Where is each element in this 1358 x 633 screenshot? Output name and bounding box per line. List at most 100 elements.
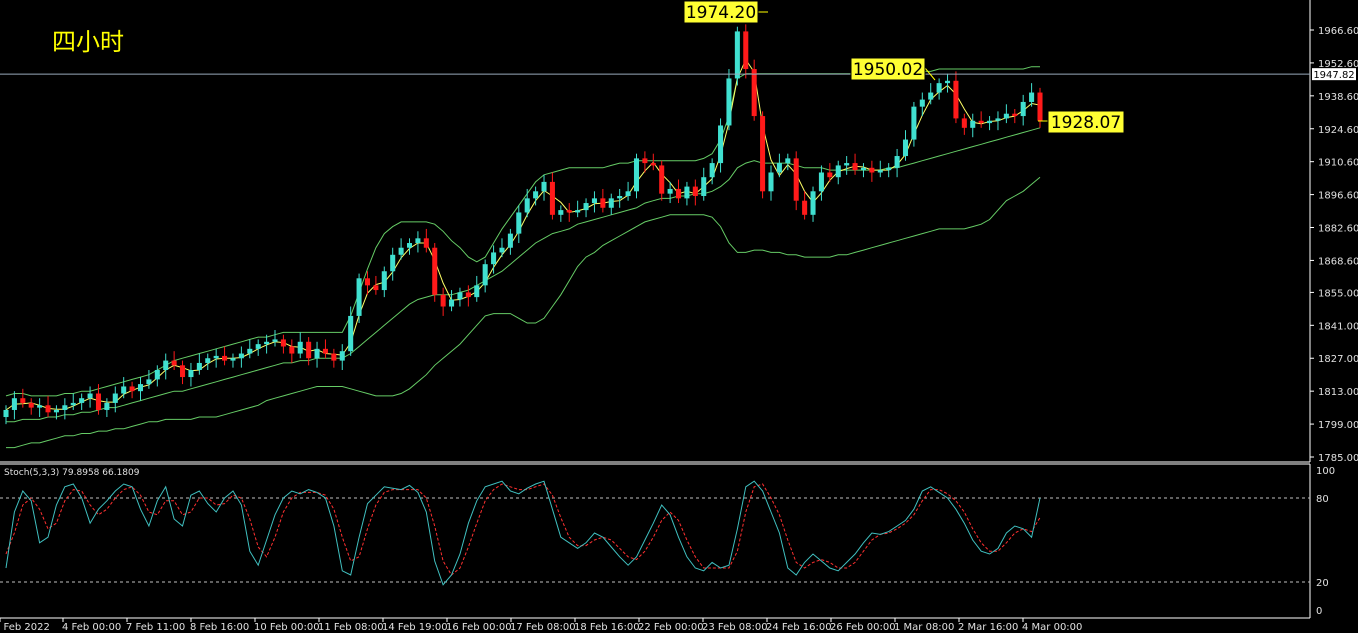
price-axis: 1966.601952.601938.601924.601910.601896.… (1310, 26, 1358, 464)
candle-body (835, 165, 841, 178)
candle-body (406, 243, 413, 248)
candle-body (465, 292, 471, 298)
chart-title: 四小时 (52, 28, 124, 56)
candle-body (852, 163, 858, 171)
price-tick-label: 1882.60 (1318, 224, 1358, 235)
candle-body (886, 167, 892, 171)
candle-body (457, 292, 463, 300)
candle-body (390, 254, 396, 272)
stochastic-label: Stoch(5,3,3) 79.8958 66.1809 (4, 468, 140, 478)
candle-body (11, 398, 17, 410)
candle-body (171, 360, 177, 366)
time-axis: 2 Feb 2022 4 Feb 00:00 7 Feb 11:00 8 Feb 16… (0, 618, 1082, 633)
time-tick-label: 24 Feb 16:00 (766, 622, 832, 633)
candle-body (79, 398, 85, 403)
candle-body (255, 344, 261, 349)
candle-body (1012, 113, 1018, 117)
candle-body (970, 120, 976, 128)
candle-body (364, 278, 371, 286)
candle-body (776, 163, 782, 173)
candle-body (785, 158, 791, 164)
candle-body (810, 191, 816, 215)
candle-body (507, 233, 513, 248)
stoch-k-line (5, 480, 1041, 586)
bollinger-upper-line (5, 66, 1040, 397)
candle-body (1029, 92, 1035, 102)
time-tick-label: 10 Feb 00:00 (254, 622, 320, 633)
chart-canvas: 1966.601952.601938.601924.601910.601896.… (0, 0, 1358, 633)
candle-body (575, 210, 581, 213)
candle-body (684, 186, 690, 199)
candle-body (230, 358, 236, 361)
candle-body (617, 196, 623, 199)
candle-body (718, 125, 724, 164)
price-tick-label: 1813.00 (1318, 387, 1358, 398)
candle-body (978, 120, 984, 124)
candle-body (154, 370, 160, 380)
callout-label: 1950.02 (853, 60, 923, 80)
candle-body (936, 83, 942, 93)
candle-body (482, 264, 488, 286)
candle-body (600, 198, 606, 208)
time-tick-label: 7 Feb 11:00 (126, 622, 185, 633)
candle-body (499, 247, 505, 253)
candle-body (289, 346, 295, 354)
candle-body (692, 186, 698, 197)
time-tick-label: 22 Feb 00:00 (638, 622, 704, 633)
candle-body (205, 358, 211, 363)
price-tick-label: 1966.60 (1318, 26, 1358, 37)
time-tick-label: 4 Feb 00:00 (62, 622, 121, 633)
candle-body (491, 252, 497, 265)
time-tick-label: 23 Feb 08:00 (702, 622, 768, 633)
candle-body (62, 405, 68, 410)
candle-body (675, 188, 682, 199)
candle-body (877, 170, 883, 173)
bollinger-lower-line (6, 176, 1041, 449)
time-tick-label: 26 Feb 00:00 (830, 622, 896, 633)
candle-body (331, 353, 337, 361)
time-tick-label: 17 Feb 08:00 (510, 622, 576, 633)
time-tick-label: 14 Feb 19:00 (382, 622, 448, 633)
price-tick-label: 1896.60 (1318, 191, 1358, 202)
candle-body (348, 315, 354, 352)
candle-body (432, 247, 438, 295)
candle-body (734, 31, 740, 79)
stoch-tick-label: 100 (1316, 466, 1335, 477)
candle-body (356, 278, 362, 316)
stoch-tick-label: 0 (1316, 606, 1322, 617)
price-tick-label: 1799.00 (1318, 420, 1358, 431)
candle-body (541, 181, 547, 192)
candle-body (180, 365, 186, 378)
candle-body (423, 238, 429, 248)
price-tick-label: 1855.00 (1318, 288, 1358, 299)
candle-body (272, 339, 278, 342)
candle-body (802, 200, 808, 215)
candle-body (760, 116, 766, 192)
candle-body (37, 405, 43, 408)
time-tick-label: 4 Mar 00:00 (1022, 622, 1082, 633)
price-tick-label: 1785.00 (1318, 453, 1358, 464)
candle-body (238, 353, 244, 359)
time-tick-label: 18 Feb 16:00 (574, 622, 640, 633)
candle-body (919, 99, 925, 107)
candle-body (768, 172, 774, 192)
candle-body (87, 393, 93, 399)
candle-body (583, 203, 589, 211)
candle-body (1020, 101, 1026, 117)
candle-body (827, 172, 833, 178)
candle-body (844, 163, 850, 166)
candle-body (381, 271, 387, 291)
candle-body (280, 339, 286, 347)
candle-body (743, 31, 749, 70)
price-callouts: 1974.20 1950.02 1928.07 (683, 0, 1125, 134)
candle-body (264, 341, 270, 345)
candle-body (137, 384, 144, 392)
candle-body (533, 191, 539, 199)
candle-body (440, 294, 446, 307)
candle-body (121, 386, 127, 394)
callout-label: 1928.07 (1051, 113, 1121, 133)
price-tick-label: 1924.60 (1318, 125, 1358, 136)
candle-body (1003, 113, 1009, 119)
candle-body (129, 386, 135, 392)
candle-body (322, 348, 328, 354)
